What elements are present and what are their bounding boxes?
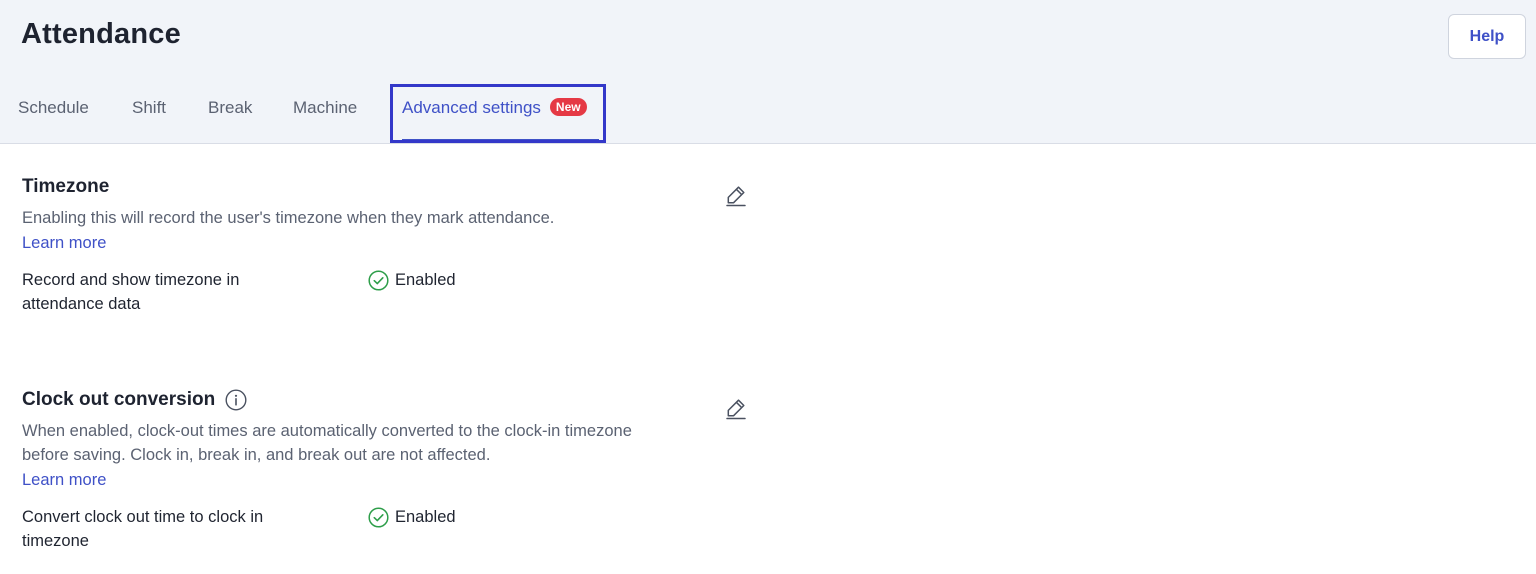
tab-focus-highlight [390,84,606,143]
tab-machine[interactable]: Machine [293,98,357,118]
clock-out-conversion-title: Clock out conversion [22,389,216,410]
timezone-description: Enabling this will record the user's tim… [22,209,555,227]
timezone-status: Enabled [368,268,456,292]
timezone-setting-row: Record and show timezone in attendance d… [22,268,762,316]
timezone-setting-label: Record and show timezone in attendance d… [22,271,240,313]
clock-out-conversion-section: Clock out conversion When enabled, clock… [22,389,762,553]
clock-out-setting-label: Convert clock out time to clock in timez… [22,508,264,550]
timezone-learn-more-link[interactable]: Learn more [22,230,762,256]
help-button[interactable]: Help [1448,14,1526,59]
timezone-title: Timezone [22,176,110,197]
pencil-icon[interactable] [724,183,748,207]
clock-out-learn-more-link[interactable]: Learn more [22,467,762,493]
clock-out-setting-row: Convert clock out time to clock in timez… [22,505,762,553]
timezone-section: Timezone Enabling this will record the u… [22,176,762,316]
pencil-icon[interactable] [724,396,748,420]
clock-out-status: Enabled [368,505,456,529]
page-header: Attendance Help Schedule Shift Break Mac… [0,0,1536,144]
page-title: Attendance [21,18,181,50]
tab-schedule[interactable]: Schedule [18,98,89,118]
clock-out-status-text: Enabled [395,508,456,526]
section-title: Timezone [22,176,762,198]
section-title: Clock out conversion [22,389,762,411]
info-icon[interactable] [225,389,247,411]
clock-out-conversion-description: When enabled, clock-out times are automa… [22,422,632,464]
timezone-status-text: Enabled [395,271,456,289]
tab-shift[interactable]: Shift [132,98,166,118]
check-circle-icon [368,269,389,291]
check-circle-icon [368,506,389,528]
tab-break[interactable]: Break [208,98,252,118]
